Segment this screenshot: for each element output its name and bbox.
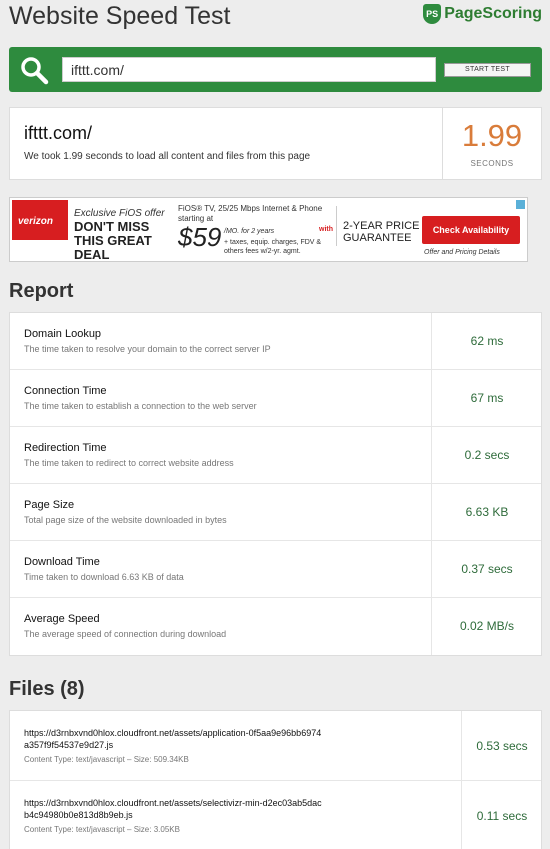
file-load-time: 0.11 secs bbox=[476, 809, 528, 823]
file-row: https://d3rnbxvnd0hlox.cloudfront.net/as… bbox=[10, 711, 541, 781]
metric-name: Connection Time bbox=[24, 385, 107, 397]
verizon-logo-text: verizon bbox=[18, 216, 54, 227]
metric-name: Page Size bbox=[24, 499, 75, 511]
metric-description: Time taken to download 6.63 KB of data bbox=[24, 572, 184, 582]
files-heading: Files (8) bbox=[9, 678, 85, 700]
file-row: https://d3rnbxvnd0hlox.cloudfront.net/as… bbox=[10, 781, 541, 849]
report-row: Domain Lookup The time taken to resolve … bbox=[10, 313, 541, 370]
ad-per-month: /MO. for 2 years bbox=[224, 228, 275, 235]
report-table: Domain Lookup The time taken to resolve … bbox=[9, 312, 542, 656]
search-icon bbox=[21, 57, 49, 85]
files-table: https://d3rnbxvnd0hlox.cloudfront.net/as… bbox=[9, 710, 542, 849]
metric-value: 62 ms bbox=[470, 334, 504, 348]
metric-value: 0.2 secs bbox=[464, 448, 510, 462]
adchoices-icon[interactable] bbox=[516, 200, 525, 209]
ad-offer-text: Exclusive FiOS offer bbox=[74, 208, 165, 219]
file-meta: Content Type: text/javascript – Size: 3.… bbox=[24, 825, 180, 834]
metric-description: The time taken to resolve your domain to… bbox=[24, 344, 271, 354]
metric-value: 6.63 KB bbox=[465, 505, 509, 519]
report-row: Average Speed The average speed of conne… bbox=[10, 598, 541, 655]
logo-shield-icon: PS bbox=[423, 4, 442, 24]
metric-value: 0.02 MB/s bbox=[459, 619, 515, 633]
metric-name: Average Speed bbox=[24, 613, 100, 625]
metric-name: Download Time bbox=[24, 556, 100, 568]
logo-text: PageScoring bbox=[444, 5, 542, 22]
ad-guarantee: 2-YEAR PRICE GUARANTEE bbox=[343, 220, 420, 244]
page-title: Website Speed Test bbox=[9, 2, 231, 30]
ad-fios-text: FiOS® TV, 25/25 Mbps Internet & Phone st… bbox=[178, 204, 323, 223]
report-row: Page Size Total page size of the website… bbox=[10, 484, 541, 541]
metric-description: Total page size of the website downloade… bbox=[24, 515, 227, 525]
ad-headline: DON'T MISS THIS GREAT DEAL bbox=[74, 219, 152, 262]
report-row: Redirection Time The time taken to redir… bbox=[10, 427, 541, 484]
report-row: Download Time Time taken to download 6.6… bbox=[10, 541, 541, 598]
start-test-button[interactable]: START TEST bbox=[444, 63, 531, 77]
metric-name: Redirection Time bbox=[24, 442, 107, 454]
ad-banner[interactable]: verizon Exclusive FiOS offer DON'T MISS … bbox=[9, 197, 528, 262]
metric-description: The time taken to redirect to correct we… bbox=[24, 458, 234, 468]
report-heading: Report bbox=[9, 280, 74, 302]
file-url[interactable]: https://d3rnbxvnd0hlox.cloudfront.net/as… bbox=[24, 797, 324, 821]
metric-value: 67 ms bbox=[470, 391, 504, 405]
metric-description: The time taken to establish a connection… bbox=[24, 401, 257, 411]
ad-price: $59 bbox=[178, 222, 222, 252]
file-url[interactable]: https://d3rnbxvnd0hlox.cloudfront.net/as… bbox=[24, 727, 324, 751]
offer-details-link[interactable]: Offer and Pricing Details bbox=[424, 249, 500, 256]
metric-value: 0.37 secs bbox=[461, 562, 513, 576]
pagescoring-logo[interactable]: PS PageScoring bbox=[423, 4, 542, 24]
ad-fees: + taxes, equip. charges, FDV & others fe… bbox=[224, 239, 322, 255]
summary-card: ifttt.com/ We took 1.99 seconds to load … bbox=[9, 107, 542, 180]
summary-url: ifttt.com/ bbox=[24, 123, 93, 143]
divider bbox=[336, 206, 337, 246]
metric-name: Domain Lookup bbox=[24, 328, 102, 340]
ad-with: with bbox=[319, 226, 333, 233]
load-time-value: 1.99 bbox=[461, 118, 523, 153]
load-time-unit: SECONDS bbox=[470, 159, 514, 168]
summary-description: We took 1.99 seconds to load all content… bbox=[24, 151, 311, 162]
file-meta: Content Type: text/javascript – Size: 50… bbox=[24, 755, 189, 764]
report-row: Connection Time The time taken to establ… bbox=[10, 370, 541, 427]
search-bar: START TEST bbox=[9, 47, 542, 92]
file-load-time: 0.53 secs bbox=[476, 739, 528, 753]
url-input[interactable] bbox=[62, 57, 436, 82]
check-availability-button[interactable]: Check Availability bbox=[422, 216, 520, 244]
metric-description: The average speed of connection during d… bbox=[24, 629, 227, 639]
verizon-logo: verizon bbox=[12, 200, 68, 240]
